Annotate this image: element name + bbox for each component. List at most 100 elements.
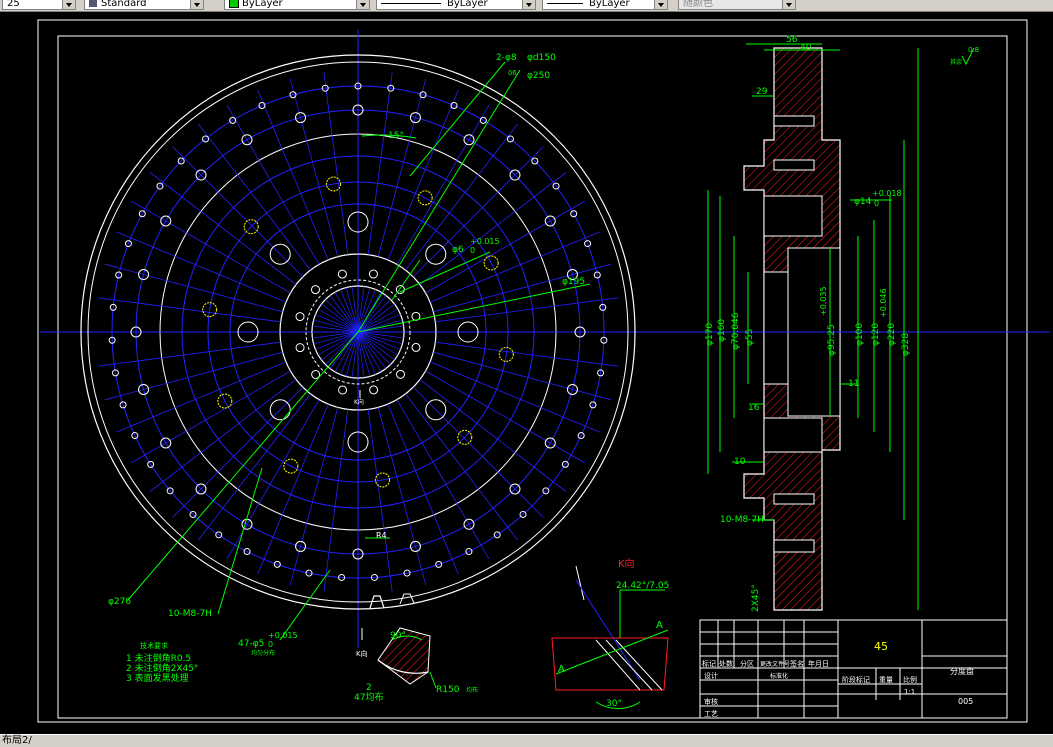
radial-line — [405, 393, 518, 541]
radial-line — [115, 231, 287, 303]
radial-line — [412, 386, 544, 518]
leader-m8 — [217, 467, 263, 615]
tb-review: 审核 — [704, 697, 718, 706]
dim-m8: 10-M8-7H — [168, 609, 212, 619]
dim-d220: φ220 — [887, 323, 897, 346]
radial-line — [433, 351, 612, 401]
dim-29: 29 — [756, 87, 768, 97]
hub-line — [357, 287, 371, 333]
chevron-down-icon[interactable] — [356, 0, 369, 9]
k-view-label: K向 — [356, 649, 368, 658]
dim-d95-tol: +0.035 — [819, 286, 828, 316]
hub-hole — [337, 269, 347, 279]
radial-line — [425, 200, 586, 294]
textstyle-dropdown[interactable]: Standard — [84, 0, 204, 10]
dim-40: 40 — [800, 43, 812, 53]
bottom-notch-2 — [399, 593, 415, 605]
chevron-down-icon[interactable] — [190, 0, 203, 9]
tb-design: 设计 — [704, 671, 718, 680]
hub-line — [313, 319, 359, 333]
hub-hole — [368, 269, 378, 279]
dim-tol-small: δ6 — [508, 69, 517, 77]
hub-hole — [311, 370, 321, 380]
color-dropdown[interactable]: ByLayer — [224, 0, 370, 10]
dim-47: 47-φ5 — [238, 639, 264, 649]
hub-hole — [310, 285, 320, 295]
radial-line — [149, 379, 297, 492]
dim-d95: φ95.25 — [827, 324, 837, 356]
dim-47-tol: +0.015 — [268, 631, 298, 640]
radial-line — [130, 200, 291, 294]
radial-line — [387, 89, 459, 261]
dim-top-small: φd150 — [527, 53, 556, 63]
chevron-down-icon[interactable] — [522, 0, 535, 9]
drawing-canvas[interactable]: 2-φ8 φd150 δ6 φ250 15° φ6 +0.015 0 φ195 … — [0, 12, 1053, 734]
radial-line — [257, 403, 329, 575]
detail-angle-30: 30° — [606, 699, 622, 709]
linetype-dropdown[interactable]: ByLayer — [376, 0, 536, 10]
radial-line — [115, 361, 287, 433]
tech-req-title: 技术要求 — [140, 641, 168, 650]
dim-2-d8: 2-φ8 — [496, 53, 517, 63]
leader-47 — [279, 569, 331, 641]
plotstyle-value: 随颜色 — [683, 0, 713, 9]
drawing-number: 005 — [958, 697, 973, 706]
tech-req-item-3: 3 表面发黑处理 — [126, 672, 189, 684]
detail-a-label: A — [558, 664, 565, 675]
radial-line — [396, 399, 490, 560]
radial-line — [172, 386, 304, 518]
dim-d14: φ14 — [854, 197, 872, 207]
hub-hole — [411, 342, 421, 352]
k-r150-note: 均布 — [466, 686, 478, 694]
radial-line — [377, 78, 427, 257]
radial-line — [289, 78, 339, 257]
dim-d6: φ6 — [452, 245, 464, 255]
textstyle-value: Standard — [101, 0, 147, 9]
dim-d328: φ328 — [901, 333, 911, 356]
hub-line — [313, 331, 359, 345]
radial-line — [198, 393, 311, 541]
dimstyle-dropdown[interactable]: 25 — [2, 0, 76, 10]
rough-note: 其余 — [950, 58, 962, 66]
tb-label-date: 年月日 — [808, 659, 829, 668]
dim-d195: φ195 — [562, 277, 585, 287]
tech-req-item-1: 1 未注倒角R0.5 — [126, 652, 191, 664]
tb-stage: 阶段标记 — [842, 675, 870, 684]
layout-tab[interactable]: 布局2/ — [0, 735, 32, 746]
chevron-down-icon[interactable] — [782, 0, 795, 9]
hub-hole — [369, 385, 379, 395]
tech-req-item-2: 2 未注倒角2X45° — [126, 662, 198, 674]
leader-d250 — [357, 69, 521, 333]
radial-line — [130, 370, 291, 464]
radial-line — [419, 379, 567, 492]
radial-line — [226, 104, 320, 265]
dim-11: 11 — [848, 379, 859, 389]
dim-d276: φ276 — [108, 597, 131, 607]
dim-56: 56 — [786, 35, 798, 45]
dim-chamfer: 2X45° — [751, 584, 761, 612]
tb-label-sign: 签名 — [790, 659, 804, 668]
detail-view: K向 24.42°/7.05 A A 30° — [551, 557, 669, 710]
radial-line — [289, 407, 339, 586]
textstyle-icon — [89, 0, 97, 7]
tb-label-mark: 标记 — [702, 659, 716, 668]
front-view: 2-φ8 φd150 δ6 φ250 15° φ6 +0.015 0 φ195 … — [80, 53, 636, 657]
tb-process: 工艺 — [704, 710, 718, 718]
radial-line — [226, 399, 320, 560]
properties-toolbar: 25 Standard ByLayer ByLayer ByLayer 随颜色 — [0, 0, 1053, 12]
chevron-down-icon[interactable] — [654, 0, 667, 9]
dim-d14-tol2: 0 — [874, 199, 879, 208]
dim-47-tol2: 0 — [268, 640, 273, 649]
hub-hole — [295, 343, 305, 353]
dim-d170: φ170 — [705, 323, 715, 346]
dim-r4: R4 — [376, 531, 387, 540]
lineweight-dropdown[interactable]: ByLayer — [542, 0, 668, 10]
chevron-down-icon[interactable] — [62, 0, 75, 9]
tech-requirements: 技术要求 1 未注倒角R0.5 2 未注倒角2X45° 3 表面发黑处理 — [126, 641, 198, 684]
linetype-sample — [381, 2, 441, 4]
dimstyle-value: 25 — [7, 0, 20, 9]
section-view: 56 40 29 16 10 11 φ14 +0.018 0 φ170 φ160… — [705, 35, 979, 612]
leader-d276 — [127, 331, 359, 601]
plotstyle-dropdown[interactable]: 随颜色 — [678, 0, 796, 10]
radial-line — [172, 146, 304, 278]
